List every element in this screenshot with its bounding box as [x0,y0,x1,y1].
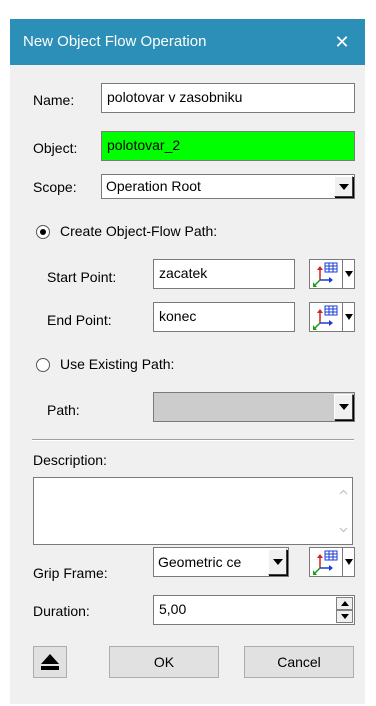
new-object-flow-operation-dialog: New Object Flow Operation ✕ Name: poloto… [10,19,365,704]
chevron-down-icon[interactable] [268,549,287,575]
start-point-input[interactable]: zacatek [153,259,295,289]
description-scrollbar[interactable] [335,478,352,544]
object-label: Object: [33,140,78,156]
chevron-down-icon[interactable] [334,176,353,197]
scope-select[interactable]: Operation Root [101,174,355,199]
chevron-down-icon[interactable] [343,302,355,332]
cancel-button[interactable]: Cancel [244,646,354,678]
start-point-picker-button[interactable] [309,259,355,289]
end-point-label: End Point: [47,312,112,328]
ok-button[interactable]: OK [109,646,219,678]
scope-label: Scope: [33,179,77,195]
scroll-up-icon [339,489,348,495]
object-field[interactable]: polotovar_2 [101,131,355,161]
close-icon[interactable]: ✕ [319,19,365,65]
spin-up-icon[interactable] [336,597,353,610]
use-existing-path-label: Use Existing Path: [60,356,175,372]
dialog-title: New Object Flow Operation [23,33,207,50]
name-label: Name: [33,92,75,108]
separator [32,439,354,441]
coordinate-frame-icon[interactable] [309,259,343,289]
chevron-down-icon[interactable] [343,259,355,289]
start-point-label: Start Point: [47,269,117,285]
path-select[interactable] [153,392,355,422]
create-path-label: Create Object-Flow Path: [60,223,218,239]
coordinate-frame-icon[interactable] [309,547,343,577]
scroll-down-icon [339,527,348,533]
name-input[interactable]: polotovar v zasobniku [101,83,355,113]
coordinate-frame-icon[interactable] [309,302,343,332]
use-existing-path-radio[interactable] [36,358,50,372]
spin-down-icon[interactable] [336,610,353,623]
chevron-down-icon[interactable] [334,394,353,420]
end-point-picker-button[interactable] [309,302,355,332]
grip-frame-select[interactable]: Geometric ce [153,547,289,577]
duration-spinner[interactable]: 5,00 [153,595,355,625]
title-bar: New Object Flow Operation ✕ [10,19,365,65]
grip-frame-label: Grip Frame: [33,565,108,581]
grip-frame-select-value: Geometric ce [158,554,242,570]
chevron-down-icon[interactable] [343,547,355,577]
duration-value[interactable]: 5,00 [159,601,186,617]
duration-spin-buttons [336,597,353,623]
description-label: Description: [33,452,107,468]
end-point-input[interactable]: konec [153,302,295,332]
collapse-up-icon[interactable] [33,646,67,678]
scope-select-value: Operation Root [106,178,201,194]
description-textarea[interactable] [33,477,353,545]
grip-frame-picker-button[interactable] [309,547,355,577]
create-path-radio[interactable] [36,225,50,239]
duration-label: Duration: [33,603,90,619]
path-label: Path: [47,402,80,418]
